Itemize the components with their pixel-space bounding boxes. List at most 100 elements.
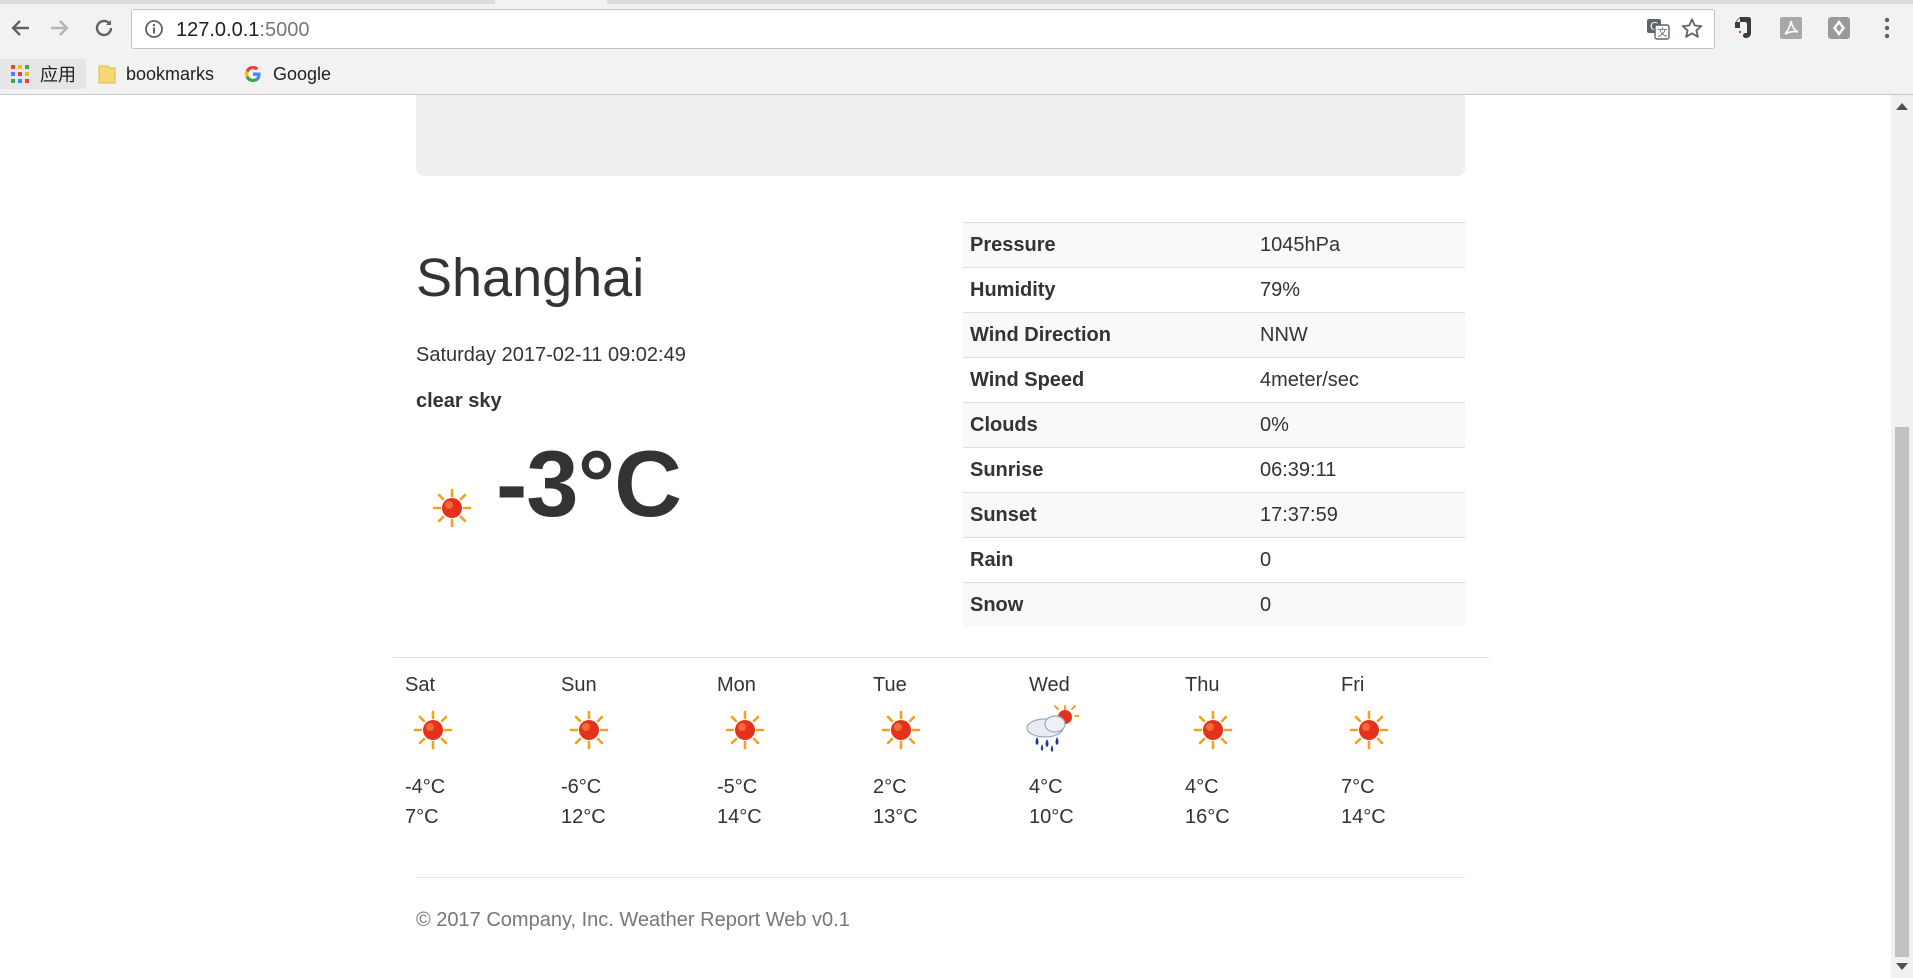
back-arrow-icon (11, 20, 29, 36)
forward-button[interactable] (42, 10, 78, 46)
active-tab[interactable] (495, 0, 607, 4)
forecast-day-name: Sun (561, 674, 597, 696)
detail-label: Snow (963, 582, 1253, 627)
detail-label: Humidity (963, 267, 1253, 313)
forecast-min-temp: -4°C (405, 776, 446, 798)
bookmarks-bar: 应用 bookmarks Google (0, 56, 1913, 92)
detail-label: Sunrise (963, 447, 1253, 493)
detail-value: 06:39:11 (1253, 447, 1465, 493)
vertical-scrollbar[interactable] (1891, 95, 1913, 978)
detail-label: Wind Direction (963, 312, 1253, 358)
footer-divider (416, 877, 1465, 878)
header-panel (416, 95, 1465, 176)
sun-icon (569, 710, 609, 755)
scroll-up-arrow-icon[interactable] (1896, 103, 1908, 110)
detail-label: Wind Speed (963, 357, 1253, 403)
apps-grid-icon (10, 64, 30, 84)
table-row: Snow 0 (963, 582, 1465, 627)
forecast-min-temp: 4°C (1185, 776, 1219, 798)
forecast-max-temp: 14°C (717, 806, 762, 828)
sun-icon (413, 710, 453, 755)
svg-text:文: 文 (1658, 26, 1668, 39)
forecast-day-name: Fri (1341, 674, 1365, 696)
url-text: 127.0.0.1:5000 (176, 19, 309, 42)
detail-value: 1045hPa (1253, 222, 1465, 268)
table-row: Clouds 0% (963, 402, 1465, 448)
forecast-max-temp: 16°C (1185, 806, 1230, 828)
detail-value: 0 (1253, 582, 1465, 627)
forecast-min-temp: -6°C (561, 776, 602, 798)
current-datetime: Saturday 2017-02-11 09:02:49 (416, 344, 686, 366)
page-viewport: Shanghai Saturday 2017-02-11 09:02:49 cl… (0, 95, 1891, 978)
table-row: Pressure 1045hPa (963, 222, 1465, 268)
detail-label: Pressure (963, 222, 1253, 268)
browser-menu-icon[interactable] (1873, 14, 1901, 42)
url-port: :5000 (259, 19, 310, 41)
bookmark-folder-label: bookmarks (126, 63, 215, 84)
pdf-extension-icon[interactable] (1777, 14, 1805, 42)
bookmark-google-label: Google (273, 63, 332, 84)
forecast-row: Sat -4°C 7°C Sun -6°C 12°C Mon -5°C 14°C… (393, 657, 1489, 828)
bookmark-star-icon[interactable] (1680, 17, 1704, 46)
detail-value: 17:37:59 (1253, 492, 1465, 538)
detail-value: 4meter/sec (1253, 357, 1465, 403)
table-row: Sunrise 06:39:11 (963, 447, 1465, 493)
forecast-min-temp: 7°C (1341, 776, 1375, 798)
reload-button[interactable] (86, 10, 122, 46)
sun-icon (1349, 710, 1389, 755)
forecast-max-temp: 13°C (873, 806, 918, 828)
detail-label: Clouds (963, 402, 1253, 448)
detail-value: 79% (1253, 267, 1465, 313)
detail-label: Rain (963, 537, 1253, 583)
forecast-day-name: Wed (1029, 674, 1070, 696)
table-row: Wind Speed 4meter/sec (963, 357, 1465, 403)
rain-sun-icon (1023, 704, 1080, 759)
footer-text: © 2017 Company, Inc. Weather Report Web … (416, 909, 850, 931)
scrollbar-thumb[interactable] (1895, 427, 1909, 957)
detail-label: Sunset (963, 492, 1253, 538)
city-name: Shanghai (416, 248, 645, 308)
folder-icon (98, 63, 116, 85)
reload-icon (95, 19, 113, 37)
sun-icon (432, 488, 472, 533)
forecast-day-name: Mon (717, 674, 756, 696)
table-row: Rain 0 (963, 537, 1465, 583)
forecast-day-name: Thu (1185, 674, 1220, 696)
sun-icon (881, 710, 921, 755)
evernote-extension-icon[interactable] (1729, 14, 1757, 42)
forecast-max-temp: 7°C (405, 806, 439, 828)
forecast-day-name: Sat (405, 674, 436, 696)
table-row: Sunset 17:37:59 (963, 492, 1465, 538)
forecast-max-temp: 10°C (1029, 806, 1074, 828)
site-info-icon[interactable] (144, 19, 164, 44)
forecast-min-temp: -5°C (717, 776, 758, 798)
table-row: Humidity 79% (963, 267, 1465, 313)
bookmark-folder[interactable]: bookmarks (98, 59, 214, 89)
forecast-max-temp: 14°C (1341, 806, 1386, 828)
translate-icon[interactable]: G文 (1646, 18, 1670, 45)
tab-strip (0, 0, 1913, 4)
forward-arrow-icon (51, 20, 69, 36)
weather-details-table: Pressure 1045hPa Humidity 79% Wind Directi… (963, 222, 1465, 627)
table-row: Wind Direction NNW (963, 312, 1465, 358)
bookmark-apps-label: 应用 (40, 65, 76, 85)
sun-icon (1193, 710, 1233, 755)
address-bar[interactable]: 127.0.0.1:5000 G文 (131, 9, 1715, 49)
bookmark-apps[interactable]: 应用 (0, 59, 86, 89)
browser-chrome: 127.0.0.1:5000 G文 应用 bookmarks Google (0, 0, 1913, 95)
detail-value: 0% (1253, 402, 1465, 448)
bookmark-google[interactable]: Google (243, 59, 331, 89)
forecast-max-temp: 12°C (561, 806, 606, 828)
url-host: 127.0.0.1 (176, 19, 260, 41)
weather-description: clear sky (416, 390, 502, 412)
forecast-min-temp: 4°C (1029, 776, 1063, 798)
sun-icon (725, 710, 765, 755)
forecast-min-temp: 2°C (873, 776, 907, 798)
google-icon (243, 64, 263, 84)
vue-devtools-extension-icon[interactable] (1825, 14, 1853, 42)
detail-value: NNW (1253, 312, 1465, 358)
current-temperature: -3°C (496, 431, 682, 536)
scroll-down-arrow-icon[interactable] (1896, 963, 1908, 970)
back-button[interactable] (2, 10, 38, 46)
detail-value: 0 (1253, 537, 1465, 583)
